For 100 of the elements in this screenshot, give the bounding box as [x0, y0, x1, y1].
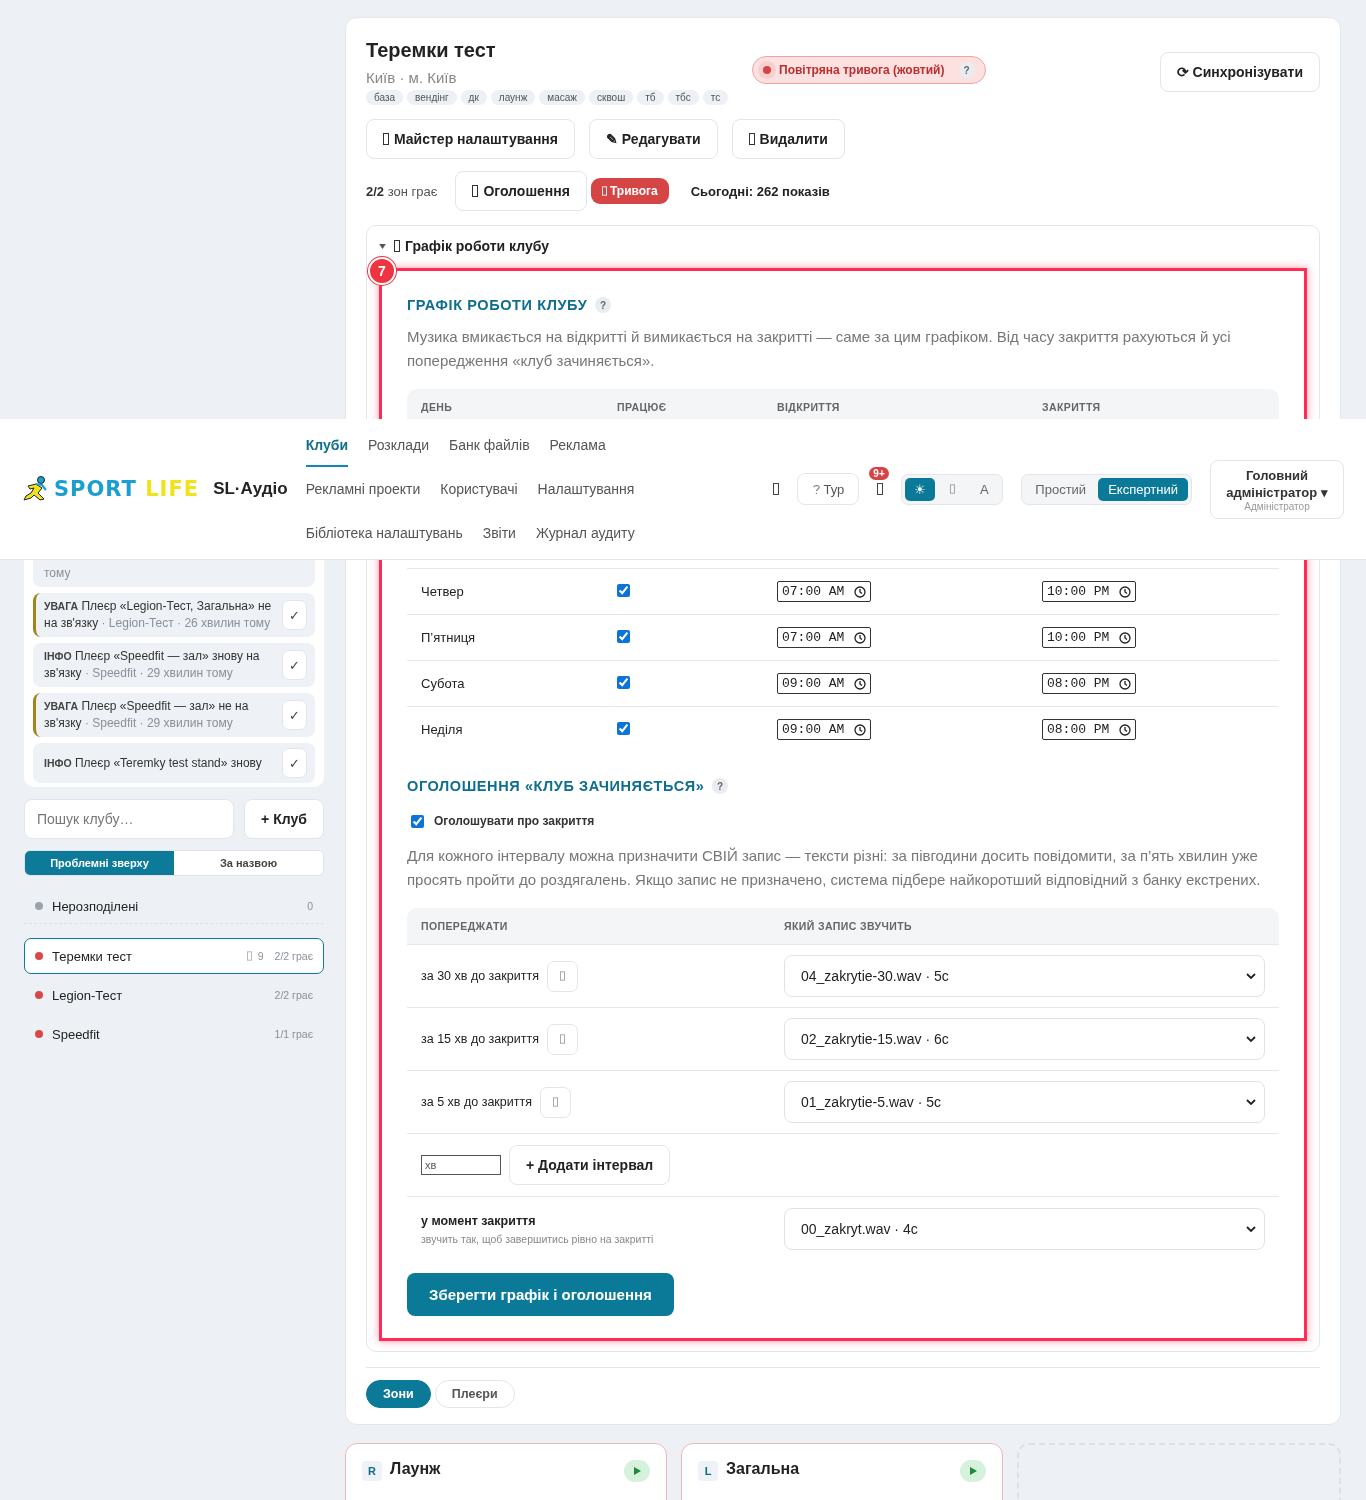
clock-icon — [854, 631, 867, 644]
nav-link[interactable]: Реклама — [549, 423, 606, 467]
sync-button[interactable]: ⟳ Синхронізувати — [1159, 52, 1320, 92]
acknowledge-button[interactable]: ✓ — [282, 600, 307, 630]
box-icon — [949, 484, 955, 494]
nav-link[interactable]: Банк файлів — [449, 423, 530, 467]
works-checkbox[interactable] — [617, 675, 630, 689]
time-field[interactable]: 07:00 AM — [777, 581, 872, 602]
box-icon — [552, 1097, 558, 1107]
action-button[interactable]: Видалити — [731, 119, 845, 159]
time-field[interactable]: 10:00 PM — [1042, 627, 1137, 648]
box-icon[interactable] — [772, 483, 779, 495]
checkbox-label: Оголошувати про закриття — [434, 814, 595, 828]
nav-link[interactable]: Бібліотека налаштувань — [305, 511, 463, 555]
zone-name: Загальна — [726, 1460, 801, 1478]
help-icon[interactable]: ? — [958, 62, 975, 78]
works-checkbox[interactable] — [617, 721, 630, 735]
announce-button[interactable]: Оголошення — [455, 171, 587, 211]
schedule-summary[interactable]: Графік роботи клубу — [379, 238, 1307, 254]
logo-text: SPORT LIFE — [54, 477, 200, 501]
section-heading: ОГОЛОШЕННЯ «КЛУБ ЗАЧИНЯЄТЬСЯ» — [407, 778, 705, 794]
alert-text: ІНФО Плеєр «Speedfit — зал» знову на зв'язку · Speedfit · 29 хвилин тому — [44, 648, 261, 682]
alert-text: ІНФО Плеєр «Teremky test stand» знову — [44, 754, 263, 772]
select-field[interactable]: 00_zakryt.wav · 4с — [784, 1208, 1265, 1250]
clock-icon — [1119, 677, 1132, 690]
club-name: Теремки тест — [52, 948, 133, 964]
play-button[interactable] — [960, 1460, 986, 1482]
club-title: Теремки тест — [366, 38, 497, 62]
tag: лаунж — [490, 90, 536, 105]
tag: тс — [702, 90, 729, 105]
club-status: 1/1 грає — [274, 1028, 313, 1040]
tag: тбс — [667, 90, 699, 105]
acknowledge-button[interactable]: ✓ — [282, 700, 307, 730]
day-cell-text: Неділя — [421, 722, 464, 737]
time-field[interactable]: 08:00 PM — [1042, 673, 1137, 694]
mode-option[interactable]: Простий — [1025, 477, 1097, 501]
column-header: ВІДКРИТТЯ — [777, 401, 841, 413]
add-club-button[interactable]: + Клуб — [244, 799, 324, 839]
club-item[interactable]: Теремки тест 9 2/2 грає — [24, 938, 324, 974]
box-icon — [601, 186, 607, 196]
time-field[interactable]: 09:00 AM — [777, 673, 872, 694]
zone-name: Лаунж — [390, 1460, 442, 1478]
works-checkbox[interactable] — [617, 583, 630, 597]
action-button[interactable]: Майстер налаштування — [366, 119, 575, 159]
section-heading: ГРАФІК РОБОТИ КЛУБУ — [407, 297, 588, 313]
alert-text: УВАГА Плеєр «Legion-Тест, Загальна» не на зв'язку · Legion-Тест · 26 хвилин тому — [44, 598, 273, 632]
help-icon[interactable]: ? — [595, 297, 612, 313]
search-field[interactable]: Пошук клубу… — [24, 799, 234, 839]
time-field[interactable]: 10:00 PM — [1042, 581, 1137, 602]
sort-option[interactable]: Проблемні зверху — [25, 851, 174, 875]
club-item[interactable]: Speedfit 1/1 грає — [24, 1016, 324, 1052]
zone-badge: L — [698, 1461, 718, 1481]
acknowledge-button[interactable]: ✓ — [282, 650, 307, 680]
nav-link[interactable]: Користувачі — [440, 467, 518, 511]
nav-link[interactable]: Журнал аудиту — [535, 511, 635, 555]
nav-link[interactable]: Клуби — [305, 423, 348, 467]
help-icon[interactable]: ? — [712, 778, 729, 794]
select-field[interactable]: 04_zakrytie-30.wav · 5с — [784, 955, 1265, 997]
tag: масаж — [539, 90, 585, 105]
add-interval-button[interactable]: + Додати інтервал — [509, 1145, 671, 1185]
time-field[interactable]: 08:00 PM — [1042, 719, 1137, 740]
interval-label: за 30 хв до закриття — [421, 969, 539, 983]
theme-option[interactable]: ☀ — [905, 477, 936, 501]
nav-link[interactable]: Рекламні проекти — [305, 467, 421, 511]
club-name: Legion-Тест — [52, 987, 124, 1003]
nav-link[interactable]: Розклади — [368, 423, 429, 467]
user-menu[interactable]: Головний адміністратор ▾ Адміністратор — [1210, 459, 1344, 519]
works-checkbox[interactable] — [617, 629, 630, 643]
time-field[interactable]: 07:00 AM — [777, 627, 872, 648]
box-icon — [394, 240, 400, 252]
action-button[interactable]: ✎ Редагувати — [588, 119, 718, 159]
nav-link[interactable]: Налаштування — [537, 467, 635, 511]
alert-text: Повітряна тривога (жовтий) — [779, 63, 945, 77]
tour-button[interactable]: Тур — [796, 473, 860, 505]
tag: дк — [460, 90, 487, 105]
nav-link[interactable]: Звіти — [482, 511, 516, 555]
zones-status: 2/2 зон грає — [366, 183, 438, 199]
select-field[interactable]: 02_zakrytie-15.wav · 6с — [784, 1018, 1265, 1060]
play-button[interactable] — [624, 1460, 650, 1482]
acknowledge-button[interactable]: ✓ — [282, 748, 307, 778]
save-button[interactable]: Зберегти графік і оголошення — [407, 1273, 674, 1316]
box-icon[interactable] — [877, 483, 884, 495]
theme-option[interactable]: A — [969, 477, 1000, 501]
time-field[interactable]: 09:00 AM — [777, 719, 872, 740]
alert-text: тому — [44, 565, 72, 582]
interval-label: за 15 хв до закриття — [421, 1032, 539, 1046]
play-icon — [632, 1466, 642, 1476]
announce-checkbox[interactable] — [411, 814, 424, 828]
chevron-down-icon — [1246, 1226, 1256, 1232]
view-tab[interactable]: Плеєри — [434, 1380, 515, 1408]
minutes-field[interactable]: хв — [421, 1155, 501, 1175]
question-icon — [811, 483, 821, 495]
select-field[interactable]: 01_zakrytie-5.wav · 5с — [784, 1081, 1265, 1123]
mode-option[interactable]: Експертний — [1098, 477, 1188, 501]
clock-icon — [854, 723, 867, 736]
description: Музика вмикається на відкритті й вимикається на закритті — саме за цим графіком. Від часу закриття рахуються й усі попередження «клуб зачиняється». — [407, 327, 1232, 371]
club-item[interactable]: Legion-Тест 2/2 грає — [24, 977, 324, 1013]
club-item[interactable]: Нерозподілені 0 — [24, 888, 324, 924]
chevron-down-icon — [1246, 973, 1256, 979]
view-tab[interactable]: Зони — [366, 1380, 431, 1408]
